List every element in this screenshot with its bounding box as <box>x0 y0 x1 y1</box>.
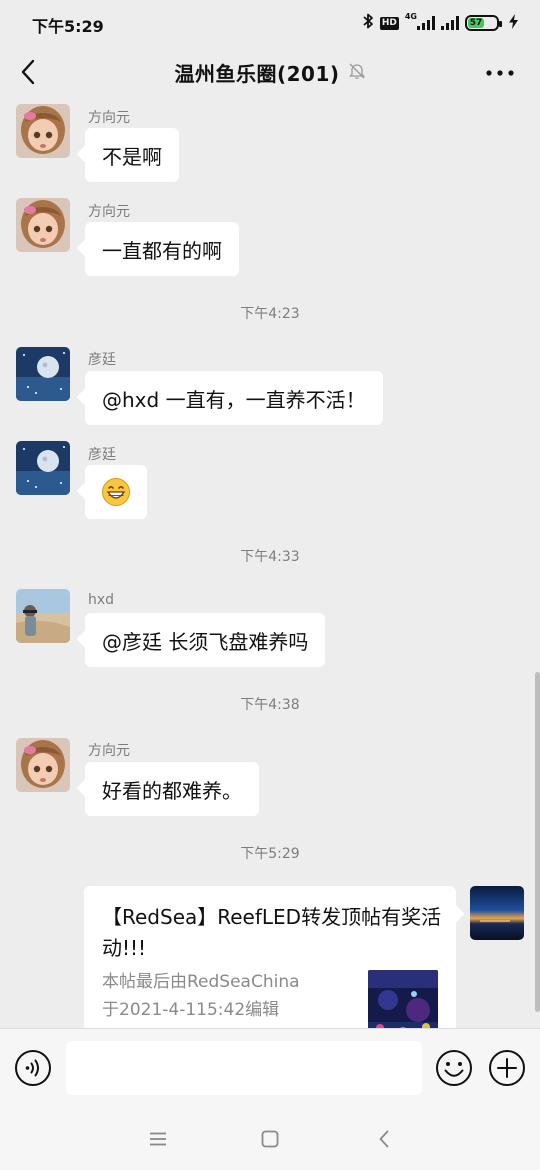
message-list[interactable]: 方向元 不是啊 方向元 一直都有的啊 下午4:23 彦廷 @hxd 一直有，一直… <box>0 100 540 1028</box>
card-title: 【RedSea】ReefLED转发顶帖有奖活动!!! <box>102 905 442 960</box>
timestamp: 下午5:29 <box>240 846 300 862</box>
emoji-button[interactable] <box>434 1048 474 1088</box>
card-desc-line: 于2021-4-115:42编辑 <box>102 1000 280 1020</box>
chat-header: 温州鱼乐圈(201) <box>0 46 540 100</box>
menu-button[interactable] <box>143 1124 173 1154</box>
system-back-button[interactable] <box>369 1124 399 1154</box>
chat-title-group: 温州鱼乐圈(201) <box>0 58 540 87</box>
message-sender: 方向元 <box>88 743 130 759</box>
charging-icon <box>509 13 518 33</box>
signal-icon <box>441 16 459 30</box>
plus-icon <box>489 1050 525 1086</box>
message-bubble[interactable]: 不是啊 <box>85 128 179 182</box>
input-bar <box>0 1028 540 1106</box>
message-sender: 方向元 <box>88 110 130 126</box>
home-icon <box>261 1130 279 1148</box>
timestamp: 下午4:23 <box>240 306 300 322</box>
chat-title: 温州鱼乐圈(201) <box>174 62 340 86</box>
battery-icon: 57 <box>465 15 502 31</box>
more-icon <box>486 70 514 76</box>
more-button[interactable] <box>480 56 520 90</box>
network-type: 4G <box>404 12 417 21</box>
scrollbar[interactable] <box>535 672 540 1012</box>
status-icons: HD 4G 57 <box>362 12 518 34</box>
message-sender: 彦廷 <box>88 352 116 368</box>
grin-emoji-icon <box>102 478 130 506</box>
avatar-yanting[interactable] <box>16 441 70 495</box>
voice-icon <box>15 1050 51 1086</box>
message-sender: 方向元 <box>88 204 130 220</box>
menu-icon <box>150 1132 166 1146</box>
mute-bell-icon <box>348 62 366 84</box>
system-navigation-bar <box>0 1106 540 1170</box>
bluetooth-icon <box>362 13 374 33</box>
signal-icon <box>417 16 435 30</box>
back-nav-icon <box>379 1130 389 1148</box>
timestamp: 下午4:33 <box>240 549 300 565</box>
voice-button[interactable] <box>13 1048 53 1088</box>
shared-link-card[interactable]: 【RedSea】ReefLED转发顶帖有奖活动!!! 本帖最后由RedSeaCh… <box>84 886 456 1028</box>
status-bar: 下午5:29 HD 4G 57 <box>0 0 540 46</box>
emoji-icon <box>436 1050 472 1086</box>
avatar-yanting[interactable] <box>16 347 70 401</box>
card-thumbnail <box>368 970 438 1028</box>
message-sender: 彦廷 <box>88 447 116 463</box>
status-time: 下午5:29 <box>32 17 104 36</box>
card-description: 本帖最后由RedSeaChina 于2021-4-115:42编辑 <box>102 968 357 1024</box>
message-sender: hxd <box>88 592 115 608</box>
avatar-hxd[interactable] <box>16 589 70 643</box>
battery-fill: 57 <box>468 18 484 28</box>
hd-icon: HD <box>379 16 399 30</box>
home-button[interactable] <box>255 1124 285 1154</box>
timestamp: 下午4:38 <box>240 697 300 713</box>
avatar-fangxiangyuan[interactable] <box>16 738 70 792</box>
avatar-self[interactable] <box>470 886 524 940</box>
message-bubble[interactable]: 好看的都难养。 <box>85 762 259 816</box>
plus-button[interactable] <box>487 1048 527 1088</box>
message-bubble[interactable]: @彦廷 长须飞盘难养吗 <box>85 613 326 667</box>
message-input[interactable] <box>66 1041 422 1095</box>
card-desc-line: 本帖最后由RedSeaChina <box>102 972 300 992</box>
avatar-fangxiangyuan[interactable] <box>16 198 70 252</box>
avatar-fangxiangyuan[interactable] <box>16 104 70 158</box>
message-bubble[interactable]: @hxd 一直有，一直养不活！ <box>85 371 383 425</box>
battery-level: 57 <box>469 18 483 28</box>
message-bubble[interactable]: 一直都有的啊 <box>85 222 239 276</box>
message-bubble[interactable] <box>85 465 147 519</box>
